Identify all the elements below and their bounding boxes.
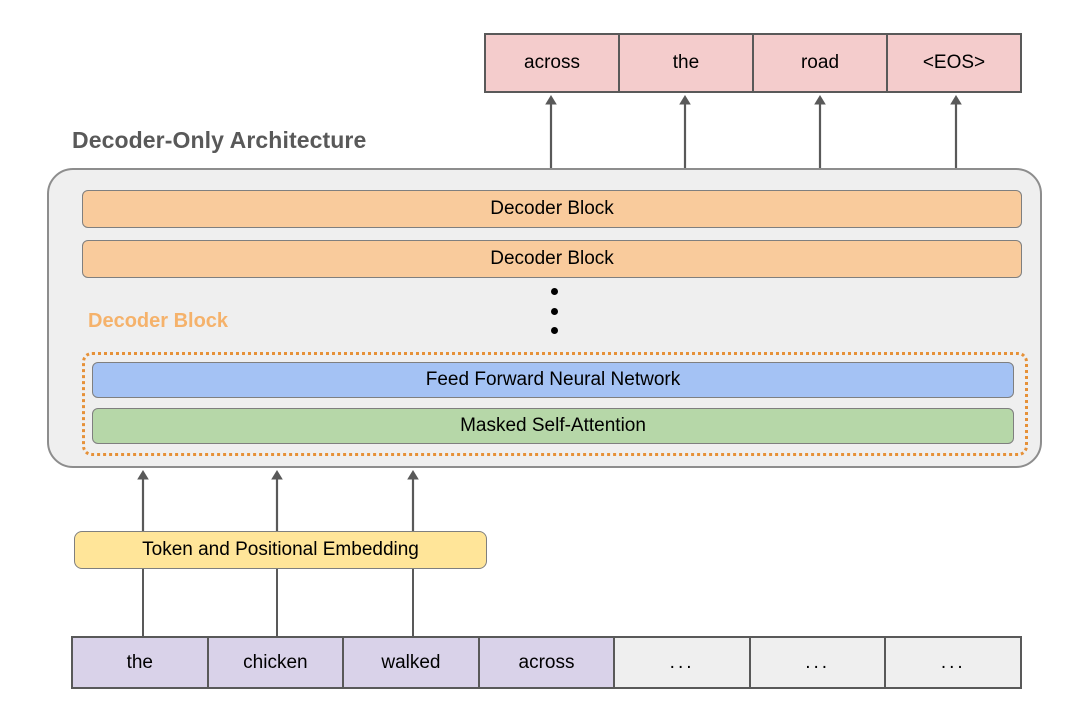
masked-self-attention-layer: Masked Self-Attention (92, 408, 1014, 444)
feed-forward-layer: Feed Forward Neural Network (92, 362, 1014, 398)
decoder-block: Decoder Block (82, 240, 1022, 278)
output-token-cell: the (620, 35, 754, 91)
input-token-cell: walked (344, 638, 480, 687)
expanded-decoder-block-label: Decoder Block (88, 310, 229, 332)
ellipsis-dot (550, 327, 558, 334)
input-token-cell: chicken (208, 638, 345, 687)
token-positional-embedding-box: Token and Positional Embedding (74, 531, 487, 569)
ellipsis-dot (550, 307, 558, 315)
decoder-block: Decoder Block (82, 190, 1022, 228)
output-token-cell: across (486, 35, 620, 91)
input-token-row: the chicken walked across ... ... ... (71, 636, 1022, 689)
diagram-title: Decoder-Only Architecture (72, 127, 367, 153)
input-token-cell: the (73, 638, 209, 687)
input-token-placeholder-cell: ... (886, 638, 1021, 687)
input-token-cell: across (479, 638, 616, 687)
output-token-cell: road (754, 35, 888, 91)
output-token-row: across the road <EOS> (484, 33, 1022, 93)
output-token-cell: <EOS> (888, 35, 1020, 91)
input-token-placeholder-cell: ... (750, 638, 887, 687)
ellipsis-dot (550, 288, 558, 295)
vertical-ellipsis-icon (548, 288, 560, 334)
input-token-placeholder-cell: ... (615, 638, 751, 687)
